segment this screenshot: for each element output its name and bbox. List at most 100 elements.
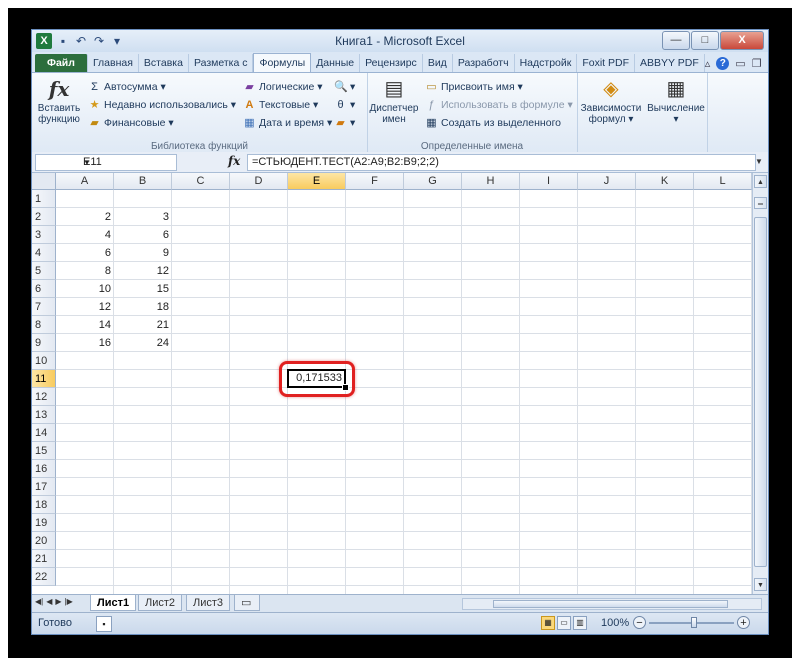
doc-minimize-icon[interactable]: ▭ [735, 57, 745, 70]
column-header-i[interactable]: I [520, 173, 578, 190]
cell-b3[interactable]: 6 [114, 226, 172, 244]
column-header-e[interactable]: E [288, 173, 346, 190]
cell-a2[interactable]: 2 [56, 208, 114, 226]
row-header-20[interactable]: 20 [32, 532, 56, 550]
cell-b4[interactable]: 9 [114, 244, 172, 262]
cell-a4[interactable]: 6 [56, 244, 114, 262]
autosum-button[interactable]: Σ Автосумма ▾ [88, 79, 166, 95]
tab-developer[interactable]: Разработч [453, 54, 515, 72]
expand-formula-bar-icon[interactable]: ▼ [753, 155, 765, 168]
row-header-1[interactable]: 1 [32, 190, 56, 208]
text-button[interactable]: A Текстовые ▾ [243, 97, 319, 113]
row-header-4[interactable]: 4 [32, 244, 56, 262]
column-header-g[interactable]: G [404, 173, 462, 190]
row-header-5[interactable]: 5 [32, 262, 56, 280]
spreadsheet-grid[interactable]: A B C D E F G H I J K L 1 2 3 4 5 6 7 8 9 10 11 12 13 14 15 16 17 18 1… [32, 173, 752, 594]
tab-home[interactable]: Главная [88, 54, 139, 72]
cell-b5[interactable]: 12 [114, 262, 172, 280]
name-box[interactable]: E11 ▼ [35, 154, 177, 171]
column-header-a[interactable]: A [56, 173, 114, 190]
column-header-l[interactable]: L [694, 173, 752, 190]
collapse-ribbon-icon[interactable]: ▵ [705, 57, 711, 70]
tab-addins[interactable]: Надстройк [515, 54, 578, 72]
row-header-13[interactable]: 13 [32, 406, 56, 424]
tab-formulas[interactable]: Формулы [253, 53, 312, 72]
row-header-11[interactable]: 11 [32, 370, 56, 388]
normal-view-icon[interactable]: ▦ [541, 616, 555, 630]
scroll-up-icon[interactable]: ▲ [754, 175, 767, 188]
row-header-16[interactable]: 16 [32, 460, 56, 478]
logical-button[interactable]: ▰ Логические ▾ [243, 79, 322, 95]
vertical-scrollbar[interactable]: ▲ ═ ▼ [752, 173, 768, 594]
page-layout-view-icon[interactable]: ▭ [557, 616, 571, 630]
doc-restore-icon[interactable]: ❐ [752, 57, 762, 70]
cell-a9[interactable]: 16 [56, 334, 114, 352]
math-button[interactable]: θ ▾ [334, 97, 355, 113]
row-header-7[interactable]: 7 [32, 298, 56, 316]
zoom-slider-knob[interactable] [691, 617, 697, 628]
row-header-21[interactable]: 21 [32, 550, 56, 568]
tab-page-layout[interactable]: Разметка с [189, 54, 254, 72]
lookup-button[interactable]: 🔍 ▾ [334, 79, 355, 95]
column-header-f[interactable]: F [346, 173, 404, 190]
tab-review[interactable]: Рецензирс [360, 54, 423, 72]
row-header-10[interactable]: 10 [32, 352, 56, 370]
last-sheet-icon[interactable]: |▶ [65, 597, 73, 606]
create-from-selection-button[interactable]: ▦ Создать из выделенного [425, 115, 561, 131]
row-header-8[interactable]: 8 [32, 316, 56, 334]
minimize-button[interactable]: — [662, 31, 690, 50]
cell-b2[interactable]: 3 [114, 208, 172, 226]
use-in-formula-button[interactable]: ƒ Использовать в формуле ▾ [425, 97, 572, 113]
row-header-12[interactable]: 12 [32, 388, 56, 406]
recent-functions-button[interactable]: ★ Недавно использовались ▾ [88, 97, 237, 113]
column-header-c[interactable]: C [172, 173, 230, 190]
horizontal-scrollbar[interactable] [462, 598, 762, 610]
zoom-level[interactable]: 100% [601, 617, 629, 629]
page-break-view-icon[interactable]: ▥ [573, 616, 587, 630]
row-header-19[interactable]: 19 [32, 514, 56, 532]
help-icon[interactable]: ? [716, 56, 730, 70]
doc-close-icon[interactable]: ✕ [768, 57, 769, 70]
row-header-14[interactable]: 14 [32, 424, 56, 442]
tab-foxit-pdf[interactable]: Foxit PDF [577, 54, 636, 72]
column-header-j[interactable]: J [578, 173, 636, 190]
insert-function-button[interactable]: fx Вставить функцию [34, 77, 84, 125]
insert-sheet-icon[interactable]: ▭ [234, 595, 260, 611]
cell-b9[interactable]: 24 [114, 334, 172, 352]
sheet-tab-1[interactable]: Лист1 [90, 595, 137, 611]
column-header-k[interactable]: K [636, 173, 694, 190]
formula-dependencies-button[interactable]: ◈ Зависимости формул ▾ [577, 77, 645, 125]
close-button[interactable]: X [720, 31, 764, 50]
tab-abbyy-pdf[interactable]: ABBYY PDF [635, 54, 705, 72]
row-header-3[interactable]: 3 [32, 226, 56, 244]
prev-sheet-icon[interactable]: ◀ [46, 597, 52, 606]
cell-a6[interactable]: 10 [56, 280, 114, 298]
next-sheet-icon[interactable]: ▶ [55, 597, 61, 606]
column-header-h[interactable]: H [462, 173, 520, 190]
row-header-22[interactable]: 22 [32, 568, 56, 586]
cell-a7[interactable]: 12 [56, 298, 114, 316]
datetime-button[interactable]: ▦ Дата и время ▾ [243, 115, 332, 131]
fx-icon[interactable]: fx [228, 154, 240, 168]
sheet-tab-3[interactable]: Лист3 [186, 595, 231, 611]
zoom-out-icon[interactable]: − [633, 616, 646, 629]
cell-a3[interactable]: 4 [56, 226, 114, 244]
macro-record-icon[interactable]: ▪ [96, 616, 112, 632]
maximize-button[interactable]: □ [691, 31, 719, 50]
tab-insert[interactable]: Вставка [139, 54, 189, 72]
horizontal-scroll-thumb[interactable] [493, 600, 728, 608]
sheet-tab-2[interactable]: Лист2 [138, 595, 183, 611]
tab-data[interactable]: Данные [311, 54, 361, 72]
calculation-button[interactable]: ▦ Вычисление ▾ [645, 77, 707, 125]
cell-a8[interactable]: 14 [56, 316, 114, 334]
row-header-9[interactable]: 9 [32, 334, 56, 352]
vertical-scroll-thumb[interactable] [754, 217, 767, 567]
row-header-18[interactable]: 18 [32, 496, 56, 514]
select-all-corner[interactable] [32, 173, 56, 190]
cell-a5[interactable]: 8 [56, 262, 114, 280]
cell-b7[interactable]: 18 [114, 298, 172, 316]
tab-file[interactable]: Файл [35, 54, 88, 72]
first-sheet-icon[interactable]: ◀| [35, 597, 43, 606]
cell-b6[interactable]: 15 [114, 280, 172, 298]
financial-button[interactable]: ▰ Финансовые ▾ [88, 115, 173, 131]
